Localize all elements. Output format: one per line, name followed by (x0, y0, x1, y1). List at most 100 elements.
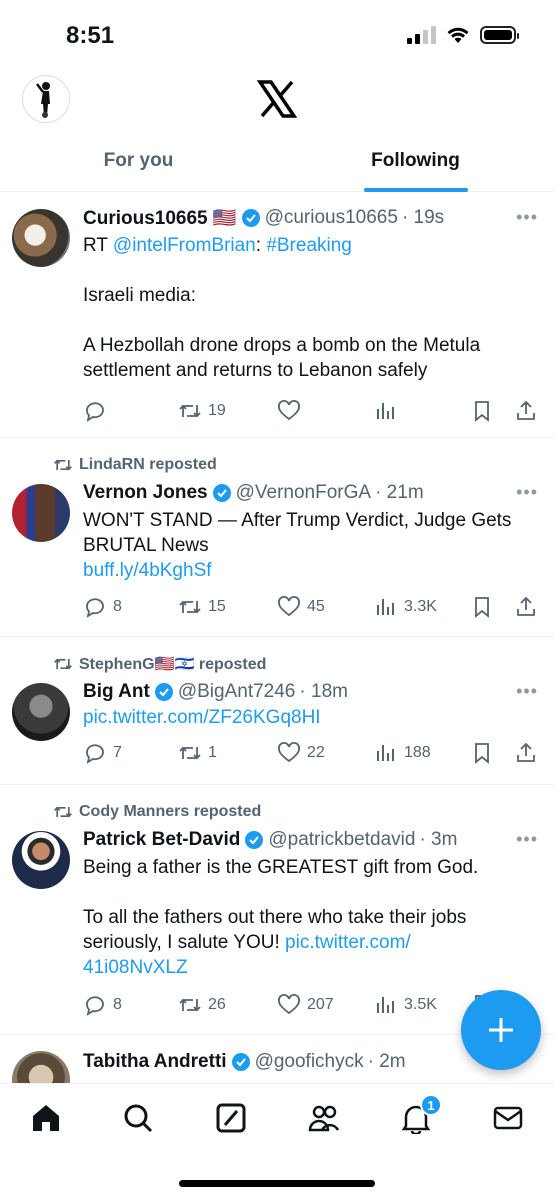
reply-count: 7 (113, 744, 122, 761)
views-button[interactable] (374, 399, 404, 423)
tweet-actions: 19 (83, 391, 535, 431)
reply-button[interactable]: 8 (83, 595, 122, 619)
like-count: 45 (307, 598, 325, 615)
author-handle[interactable]: @BigAnt7246 (178, 681, 296, 703)
nav-grok[interactable] (215, 1102, 247, 1134)
feed[interactable]: Curious10665 🇺🇸 @curious10665 · 19s ••• … (0, 193, 554, 1083)
share-icon (517, 596, 535, 616)
x-logo[interactable] (256, 78, 298, 120)
mention-link[interactable]: @intelFromBrian (113, 235, 256, 256)
tweet-text: RT @intelFromBrian: #Breaking (83, 233, 534, 258)
views-button[interactable]: 3.3K (374, 595, 437, 619)
author-handle[interactable]: @curious10665 (265, 207, 398, 229)
tweet-text: Being a father is the GREATEST gift from… (83, 855, 534, 980)
nav-search[interactable] (122, 1102, 154, 1134)
repost-button[interactable]: 19 (178, 399, 226, 423)
bookmark-button[interactable] (470, 595, 494, 619)
tab-following[interactable]: Following (277, 140, 554, 192)
avatar[interactable] (12, 209, 70, 267)
nav-communities[interactable] (308, 1102, 340, 1134)
like-icon (278, 742, 300, 763)
views-button[interactable]: 3.5K (374, 993, 437, 1017)
tweet-time: · 3m (419, 829, 458, 850)
compose-plus-icon (489, 1018, 513, 1042)
avatar[interactable] (12, 831, 70, 889)
repost-button[interactable]: 1 (178, 741, 217, 765)
repost-icon (54, 459, 72, 471)
tweet-body: Being a father is the GREATEST gift from… (83, 857, 479, 953)
tweet[interactable]: StephenG🇺🇸🇮🇱 reposted Big Ant @BigAnt724… (0, 637, 554, 785)
views-count: 188 (404, 744, 431, 761)
author-handle[interactable]: @VernonForGA (236, 482, 371, 504)
more-icon[interactable]: ••• (516, 829, 538, 850)
like-button[interactable]: 22 (277, 741, 325, 765)
reply-button[interactable]: 7 (83, 741, 122, 765)
author-name[interactable]: Curious10665 🇺🇸 (83, 206, 237, 230)
status-icons (407, 26, 519, 44)
author-handle[interactable]: @patrickbetdavid (268, 829, 415, 851)
views-button[interactable]: 188 (374, 741, 431, 765)
tweet-time: · 18m (299, 681, 348, 702)
rt-prefix: RT (83, 235, 113, 256)
author-name[interactable]: Patrick Bet-David (83, 829, 240, 851)
tweet-link[interactable]: buff.ly/4bKghSf (83, 558, 534, 583)
reply-count: 8 (113, 598, 122, 615)
reply-icon (86, 598, 104, 618)
views-icon (377, 599, 394, 615)
repost-count: 15 (208, 598, 226, 615)
views-icon (377, 997, 394, 1013)
bookmark-icon (475, 597, 489, 618)
share-icon (517, 400, 535, 420)
nav-home[interactable] (30, 1102, 62, 1134)
repost-icon (179, 404, 201, 418)
views-count: 3.5K (404, 996, 437, 1013)
reply-button[interactable]: 8 (83, 993, 122, 1017)
compose-button[interactable] (461, 990, 541, 1070)
repost-icon (54, 658, 72, 670)
nav-messages[interactable] (492, 1102, 524, 1134)
avatar[interactable] (12, 1051, 70, 1083)
verified-badge-icon (245, 831, 264, 849)
profile-avatar[interactable] (22, 75, 70, 123)
repost-indicator[interactable]: Cody Manners reposted (53, 801, 534, 823)
repost-by-label: Cody Manners reposted (79, 803, 262, 820)
verified-badge-icon (212, 484, 231, 502)
search-icon (124, 1104, 153, 1133)
tweet-header: Vernon Jones @VernonForGA · 21m (83, 480, 534, 506)
nav-notifications[interactable]: 1 (400, 1094, 442, 1136)
tweet[interactable]: LindaRN reposted Vernon Jones @VernonFor… (0, 438, 554, 637)
tweet-header: Tabitha Andretti @goofichyck · 2m (83, 1049, 534, 1075)
author-name[interactable]: Tabitha Andretti (83, 1051, 227, 1073)
author-name[interactable]: Vernon Jones (83, 482, 208, 504)
like-button[interactable]: 207 (277, 993, 334, 1017)
avatar[interactable] (12, 484, 70, 542)
repost-indicator[interactable]: StephenG🇺🇸🇮🇱 reposted (53, 653, 534, 675)
bookmark-button[interactable] (470, 399, 494, 423)
reply-button[interactable] (83, 399, 113, 423)
verified-badge-icon (241, 209, 260, 227)
verified-badge-icon (231, 1053, 250, 1071)
wifi-icon (447, 27, 469, 43)
more-icon[interactable]: ••• (516, 482, 538, 503)
avatar[interactable] (12, 683, 70, 741)
hashtag-link[interactable]: #Breaking (266, 235, 352, 256)
bookmark-button[interactable] (470, 741, 494, 765)
share-button[interactable] (514, 741, 538, 765)
share-button[interactable] (514, 399, 538, 423)
tweet[interactable]: Cody Manners reposted Patrick Bet-David … (0, 785, 554, 1035)
more-icon[interactable]: ••• (516, 681, 538, 702)
like-button[interactable]: 45 (277, 595, 325, 619)
share-button[interactable] (514, 595, 538, 619)
tab-for-you[interactable]: For you (0, 140, 277, 192)
tweet[interactable]: Curious10665 🇺🇸 @curious10665 · 19s ••• … (0, 193, 554, 438)
more-icon[interactable]: ••• (516, 207, 538, 228)
communities-icon (308, 1105, 340, 1132)
like-button[interactable] (277, 399, 307, 423)
repost-indicator[interactable]: LindaRN reposted (53, 454, 534, 476)
author-handle[interactable]: @goofichyck (255, 1051, 364, 1073)
tweet-link[interactable]: pic.twitter.com/ZF26KGq8HI (83, 705, 534, 730)
author-name[interactable]: Big Ant (83, 681, 150, 703)
repost-button[interactable]: 26 (178, 993, 226, 1017)
repost-button[interactable]: 15 (178, 595, 226, 619)
home-icon (33, 1105, 59, 1131)
